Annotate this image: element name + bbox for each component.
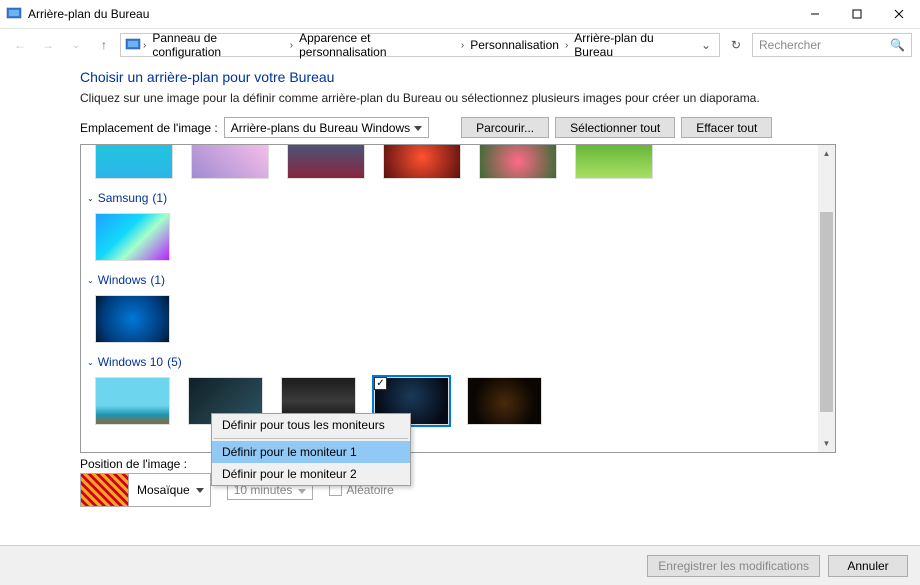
scrollbar[interactable]: ▲ ▼ — [818, 145, 835, 452]
wallpaper-gallery: ⌄ Samsung (1) ⌄ Windows (1) ⌄ Windows 10… — [80, 144, 836, 453]
select-all-button[interactable]: Sélectionner tout — [555, 117, 675, 138]
chevron-down-icon: ⌄ — [87, 358, 94, 367]
wallpaper-thumbnail[interactable] — [95, 377, 170, 425]
scroll-down-button[interactable]: ▼ — [818, 435, 835, 452]
wallpaper-thumbnail[interactable] — [467, 377, 542, 425]
breadcrumb-icon — [125, 37, 141, 53]
group-label: Samsung — [98, 191, 149, 205]
group-header-windows[interactable]: ⌄ Windows (1) — [87, 273, 809, 287]
breadcrumb-dropdown-icon[interactable]: ⌄ — [697, 38, 715, 52]
group-count: (1) — [150, 273, 165, 287]
group-count: (5) — [167, 355, 182, 369]
thumbnail-checkbox[interactable]: ✓ — [374, 377, 387, 390]
wallpaper-thumbnail[interactable] — [95, 213, 170, 261]
group-label: Windows — [98, 273, 147, 287]
position-value: Mosaïque — [129, 483, 210, 497]
recent-dropdown[interactable]: ⌄ — [64, 33, 88, 57]
titlebar: Arrière-plan du Bureau — [0, 0, 920, 29]
context-item-all-monitors[interactable]: Définir pour tous les moniteurs — [212, 414, 410, 436]
group-label: Windows 10 — [98, 355, 163, 369]
wallpaper-thumbnail[interactable] — [575, 144, 653, 179]
refresh-button[interactable]: ↻ — [724, 33, 748, 57]
minimize-button[interactable] — [794, 0, 836, 28]
back-button[interactable]: ← — [8, 33, 32, 57]
wallpaper-thumbnail[interactable] — [383, 144, 461, 179]
breadcrumb-item[interactable]: Personnalisation — [464, 38, 565, 52]
page-description: Cliquez sur une image pour la définir co… — [80, 91, 920, 105]
position-preview-icon — [81, 474, 129, 506]
navigation-row: ← → ⌄ ↑ › Panneau de configuration › App… — [0, 29, 920, 61]
window-controls — [794, 0, 920, 28]
search-input[interactable]: Rechercher 🔍 — [752, 33, 912, 57]
search-icon: 🔍 — [890, 38, 905, 52]
breadcrumb-item[interactable]: Apparence et personnalisation — [293, 31, 461, 59]
breadcrumb-item[interactable]: Arrière-plan du Bureau — [568, 31, 697, 59]
wallpaper-thumbnail[interactable] — [479, 144, 557, 179]
wallpaper-thumbnail[interactable] — [95, 295, 170, 343]
browse-button[interactable]: Parcourir... — [461, 117, 549, 138]
location-label: Emplacement de l'image : — [80, 121, 218, 135]
forward-button[interactable]: → — [36, 33, 60, 57]
context-item-monitor-1[interactable]: Définir pour le moniteur 1 — [212, 441, 410, 463]
wallpaper-thumbnail[interactable] — [95, 144, 173, 179]
context-separator — [214, 438, 408, 439]
clear-all-button[interactable]: Effacer tout — [681, 117, 772, 138]
up-button[interactable]: ↑ — [92, 33, 116, 57]
context-item-monitor-2[interactable]: Définir pour le moniteur 2 — [212, 463, 410, 485]
position-label: Position de l'image : — [80, 457, 211, 471]
scroll-track[interactable] — [818, 162, 835, 435]
close-button[interactable] — [878, 0, 920, 28]
context-menu: Définir pour tous les moniteurs Définir … — [211, 413, 411, 486]
location-select[interactable]: Arrière-plans du Bureau Windows — [224, 117, 429, 138]
chevron-down-icon: ⌄ — [87, 194, 94, 203]
scroll-thumb[interactable] — [820, 212, 833, 412]
dialog-footer: Enregistrer les modifications Annuler — [0, 545, 920, 585]
group-header-samsung[interactable]: ⌄ Samsung (1) — [87, 191, 809, 205]
group-header-windows10[interactable]: ⌄ Windows 10 (5) — [87, 355, 809, 369]
position-select[interactable]: Mosaïque — [80, 473, 211, 507]
chevron-down-icon: ⌄ — [87, 276, 94, 285]
app-icon — [6, 6, 22, 22]
wallpaper-thumbnail[interactable] — [191, 144, 269, 179]
breadcrumb[interactable]: › Panneau de configuration › Apparence e… — [120, 33, 720, 57]
group-count: (1) — [152, 191, 167, 205]
window-title: Arrière-plan du Bureau — [28, 7, 149, 21]
maximize-button[interactable] — [836, 0, 878, 28]
page-title: Choisir un arrière-plan pour votre Burea… — [80, 69, 920, 85]
save-button[interactable]: Enregistrer les modifications — [647, 555, 820, 577]
wallpaper-thumbnail[interactable] — [287, 144, 365, 179]
search-placeholder: Rechercher — [759, 38, 821, 52]
scroll-up-button[interactable]: ▲ — [818, 145, 835, 162]
cancel-button[interactable]: Annuler — [828, 555, 908, 577]
breadcrumb-item[interactable]: Panneau de configuration — [146, 31, 289, 59]
